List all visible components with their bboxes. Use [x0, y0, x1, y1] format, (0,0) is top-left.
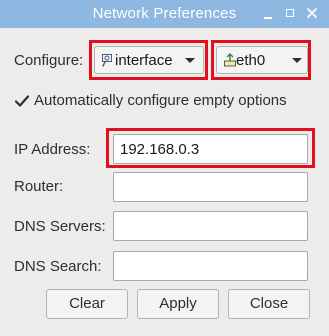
network-preferences-window: Network Preferences Configure: interface: [0, 0, 329, 336]
minimize-icon: [264, 17, 272, 19]
maximize-icon: [286, 9, 294, 17]
dns-servers-input[interactable]: [113, 211, 308, 241]
window-title: Network Preferences: [92, 5, 237, 22]
apply-button[interactable]: Apply: [137, 289, 219, 319]
close-icon: [307, 8, 317, 18]
title-bar[interactable]: Network Preferences: [0, 0, 329, 28]
minimize-button[interactable]: [261, 6, 275, 20]
checkmark-icon[interactable]: [14, 93, 30, 109]
highlight-ip-address: [106, 128, 315, 168]
auto-configure-label: Automatically configure empty options: [34, 92, 287, 109]
clear-button[interactable]: Clear: [46, 289, 128, 319]
maximize-button[interactable]: [284, 6, 298, 20]
router-label: Router:: [14, 178, 64, 195]
dns-servers-label: DNS Servers:: [14, 218, 106, 235]
dns-search-input[interactable]: [113, 251, 308, 281]
configure-label: Configure:: [14, 52, 84, 69]
close-button[interactable]: Close: [228, 289, 310, 319]
ip-address-label: IP Address:: [14, 141, 91, 158]
dns-search-label: DNS Search:: [14, 258, 102, 275]
close-window-button[interactable]: [305, 6, 319, 20]
highlight-configure-device: [211, 40, 311, 80]
router-input[interactable]: [113, 172, 308, 202]
highlight-configure-type: [89, 40, 208, 80]
